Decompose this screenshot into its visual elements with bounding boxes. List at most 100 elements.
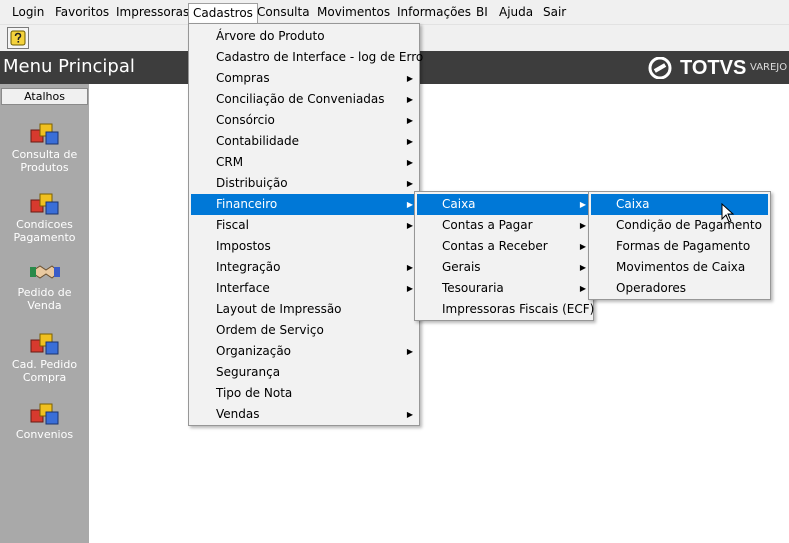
shortcut-condicoes-pagamento[interactable]: Condicoes Pagamento [0,190,89,244]
chevron-right-icon: ▶ [406,116,414,125]
financeiro-menu: Caixa ▶ Contas a Pagar ▶ Contas a Receber ▶… [414,191,594,321]
menu-item-label: Compras [216,71,270,85]
menu-cadastros[interactable]: Cadastros [188,3,258,24]
menu-item-label: Caixa [442,197,476,211]
shortcut-convenios[interactable]: Convenios [0,400,89,441]
menu-item-label: Árvore do Produto [216,29,325,43]
shortcut-label-1: Consulta de [11,148,78,161]
chevron-right-icon: ▶ [406,95,414,104]
totvs-logo-icon [648,57,672,79]
chevron-right-icon: ▶ [406,410,414,419]
menu-item-label: Organização [216,344,292,358]
menu-item-condicao-pagamento[interactable]: Condição de Pagamento [591,215,768,236]
menu-item-vendas[interactable]: Vendas ▶ [191,404,417,425]
menu-item-label: Caixa [616,197,650,211]
menu-item-label: Contas a Pagar [442,218,533,232]
menu-item-ordem-servico[interactable]: Ordem de Serviço [191,320,417,341]
menu-bi[interactable]: BI [476,4,488,21]
menu-item-tipo-nota[interactable]: Tipo de Nota [191,383,417,404]
boxes-icon [30,123,58,145]
cadastros-menu: Árvore do Produto Cadastro de Interface … [188,23,423,426]
menu-item-caixa[interactable]: Caixa ▶ [417,194,591,215]
shortcut-label-1: Convenios [15,428,74,441]
menu-informacoes[interactable]: Informações [397,4,471,21]
menu-item-label: Layout de Impressão [216,302,342,316]
menu-item-label: Movimentos de Caixa [616,260,746,274]
shortcut-label-1: Cad. Pedido [11,358,78,371]
shortcut-pedido-venda[interactable]: Pedido de Venda [0,258,89,312]
menu-consulta[interactable]: Consulta [257,4,310,21]
chevron-right-icon: ▶ [579,284,587,293]
shortcut-consulta-produtos[interactable]: Consulta de Produtos [0,120,89,174]
menu-item-distribuicao[interactable]: Distribuição ▶ [191,173,417,194]
menu-item-integracao[interactable]: Integração ▶ [191,257,417,278]
atalhos-tab[interactable]: Atalhos [1,88,88,105]
menu-item-label: Conciliação de Conveniadas [216,92,385,106]
menu-sair[interactable]: Sair [543,4,566,21]
menu-item-conciliacao[interactable]: Conciliação de Conveniadas ▶ [191,89,417,110]
shortcut-label-2: Pagamento [13,231,76,244]
menu-item-label: Tesouraria [442,281,504,295]
menu-bar: Login Favoritos Impressoras Cadastros Co… [0,0,789,25]
shortcut-label-2: Compra [22,371,67,384]
shortcut-cad-pedido-compra[interactable]: Cad. Pedido Compra [0,330,89,384]
menu-item-label: Formas de Pagamento [616,239,751,253]
menu-item-label: Contas a Receber [442,239,548,253]
menu-item-movimentos-caixa[interactable]: Movimentos de Caixa [591,257,768,278]
menu-impressoras[interactable]: Impressoras [116,4,189,21]
menu-item-label: Cadastro de Interface - log de Erro [216,50,424,64]
menu-item-label: Contabilidade [216,134,299,148]
menu-item-label: Distribuição [216,176,288,190]
menu-item-tesouraria[interactable]: Tesouraria ▶ [417,278,591,299]
page-title: Menu Principal [3,56,135,77]
chevron-right-icon: ▶ [406,74,414,83]
brand-sub: VAREJO [750,62,788,73]
menu-item-label: Gerais [442,260,481,274]
menu-item-formas-pagamento[interactable]: Formas de Pagamento [591,236,768,257]
menu-item-layout-impressao[interactable]: Layout de Impressão [191,299,417,320]
chevron-right-icon: ▶ [406,158,414,167]
menu-item-organizacao[interactable]: Organização ▶ [191,341,417,362]
menu-login[interactable]: Login [12,4,44,21]
chevron-right-icon: ▶ [579,263,587,272]
menu-item-arvore-produto[interactable]: Árvore do Produto [191,26,417,47]
menu-movimentos[interactable]: Movimentos [317,4,390,21]
menu-item-label: Segurança [216,365,281,379]
menu-item-fiscal[interactable]: Fiscal ▶ [191,215,417,236]
menu-item-caixa[interactable]: Caixa [591,194,768,215]
menu-item-crm[interactable]: CRM ▶ [191,152,417,173]
mouse-cursor-icon [721,203,735,223]
menu-item-label: Consórcio [216,113,275,127]
menu-item-cadastro-interface[interactable]: Cadastro de Interface - log de Erro [191,47,423,68]
menu-item-label: Interface [216,281,270,295]
shortcut-label-2: Venda [27,299,62,312]
menu-item-contas-receber[interactable]: Contas a Receber ▶ [417,236,591,257]
menu-item-impostos[interactable]: Impostos [191,236,417,257]
help-button[interactable] [7,27,29,49]
menu-item-label: Ordem de Serviço [216,323,324,337]
menu-item-compras[interactable]: Compras ▶ [191,68,417,89]
menu-item-label: Tipo de Nota [216,386,293,400]
menu-item-contabilidade[interactable]: Contabilidade ▶ [191,131,417,152]
menu-item-impressoras-fiscais[interactable]: Impressoras Fiscais (ECF) [417,299,594,320]
menu-item-financeiro[interactable]: Financeiro ▶ [191,194,417,215]
brand-name: TOTVS [680,57,747,79]
menu-item-label: Integração [216,260,281,274]
menu-item-gerais[interactable]: Gerais ▶ [417,257,591,278]
menu-item-seguranca[interactable]: Segurança [191,362,417,383]
menu-ajuda[interactable]: Ajuda [499,4,533,21]
boxes-icon [30,403,58,425]
help-icon [10,30,26,46]
handshake-icon [29,265,60,279]
chevron-right-icon: ▶ [579,221,587,230]
menu-favoritos[interactable]: Favoritos [55,4,109,21]
chevron-right-icon: ▶ [579,200,587,209]
menu-item-consorcio[interactable]: Consórcio ▶ [191,110,417,131]
menu-item-label: Financeiro [216,197,278,211]
menu-item-operadores[interactable]: Operadores [591,278,768,299]
menu-item-label: Operadores [616,281,686,295]
menu-item-label: Condição de Pagamento [616,218,762,232]
menu-item-interface[interactable]: Interface ▶ [191,278,417,299]
menu-item-label: Impostos [216,239,271,253]
menu-item-contas-pagar[interactable]: Contas a Pagar ▶ [417,215,591,236]
